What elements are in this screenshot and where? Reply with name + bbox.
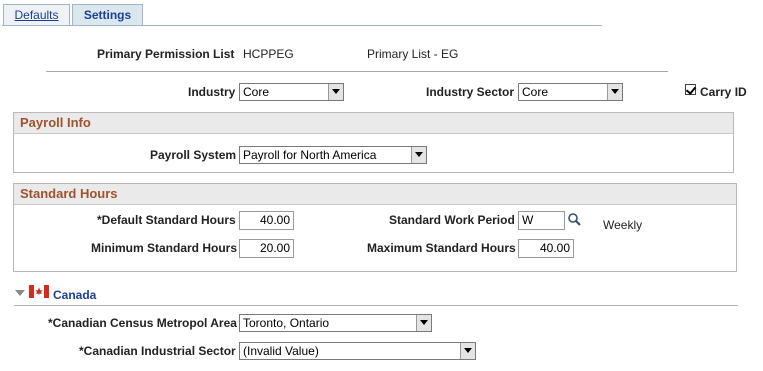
chevron-down-icon[interactable] — [607, 84, 622, 100]
chevron-down-icon[interactable] — [460, 343, 475, 359]
industry-select[interactable]: Core — [239, 83, 344, 101]
chevron-down-icon[interactable] — [328, 84, 343, 100]
magnifier-icon[interactable] — [567, 212, 582, 227]
primary-permission-description: Primary List - EG — [367, 47, 459, 61]
cma-select-value: Toronto, Ontario — [243, 316, 330, 330]
payroll-system-select-value: Payroll for North America — [243, 148, 377, 162]
default-standard-hours-label: *Default Standard Hours — [97, 213, 236, 227]
tab-defaults[interactable]: Defaults — [3, 4, 70, 25]
chevron-down-icon[interactable] — [411, 147, 426, 163]
industry-sector-select-value: Core — [522, 85, 549, 99]
canada-divider — [14, 305, 738, 306]
payroll-system-label: Payroll System — [150, 148, 237, 162]
payroll-system-select[interactable]: Payroll for North America — [239, 146, 427, 164]
standard-work-period-input[interactable]: W — [518, 211, 565, 230]
cma-label: *Canadian Census Metropol Area — [48, 316, 237, 330]
minimum-standard-hours-input[interactable]: 20.00 — [239, 239, 294, 258]
canada-section-title[interactable]: Canada — [53, 288, 96, 302]
industry-sector-label: Industry Sector — [426, 85, 515, 99]
carry-id-checkbox[interactable] — [685, 84, 696, 95]
tab-underline — [2, 25, 602, 26]
industry-sector-select[interactable]: Core — [518, 83, 623, 101]
industrial-sector-label: *Canadian Industrial Sector — [79, 344, 236, 358]
divider — [46, 71, 668, 72]
industry-select-value: Core — [243, 85, 270, 99]
minimum-standard-hours-label: Minimum Standard Hours — [91, 241, 238, 255]
canada-flag-icon — [29, 285, 49, 298]
primary-permission-value: HCPPEG — [243, 47, 294, 61]
maximum-standard-hours-label: Maximum Standard Hours — [367, 241, 516, 255]
default-standard-hours-input[interactable]: 40.00 — [239, 211, 294, 230]
tab-settings-label: Settings — [83, 8, 132, 22]
maximum-standard-hours-input[interactable]: 40.00 — [518, 239, 574, 258]
tab-defaults-label: Defaults — [14, 8, 59, 22]
standard-hours-header: Standard Hours — [14, 184, 736, 205]
triangle-down-icon[interactable] — [14, 288, 26, 298]
industrial-sector-select-value: (Invalid Value) — [243, 344, 319, 358]
primary-permission-label: Primary Permission List — [97, 47, 235, 61]
chevron-down-icon[interactable] — [416, 315, 431, 331]
standard-work-period-description: Weekly — [603, 218, 643, 232]
carry-id-label: Carry ID — [700, 85, 747, 99]
industry-label: Industry — [188, 85, 236, 99]
industrial-sector-select[interactable]: (Invalid Value) — [239, 342, 476, 360]
tab-settings[interactable]: Settings — [72, 4, 143, 26]
cma-select[interactable]: Toronto, Ontario — [239, 314, 432, 332]
payroll-info-header: Payroll Info — [14, 113, 733, 134]
standard-work-period-label: Standard Work Period — [389, 213, 515, 227]
